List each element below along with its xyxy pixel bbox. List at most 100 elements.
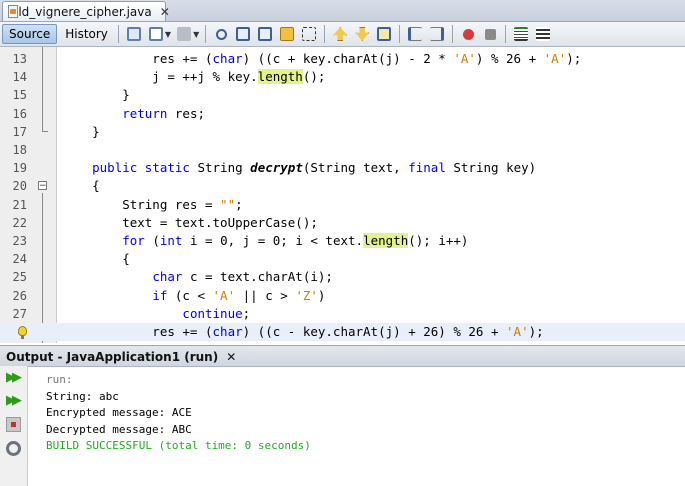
previous-bookmark-icon[interactable] [330,24,350,44]
hint-bulb-icon[interactable] [18,326,27,339]
line-number: 15 [12,88,27,103]
line-number: 27 [12,306,27,321]
keyword-token: for [122,233,145,248]
output-line: BUILD SUCCESSFUL (total time: 0 seconds) [46,439,311,452]
code-line[interactable]: 17 } [0,123,685,141]
settings-icon[interactable] [6,441,21,456]
code-token: c = text.charAt(i); [182,269,333,285]
code-line[interactable]: 14 j = ++j % key.length(); [0,68,685,86]
line-number: 17 [12,124,27,139]
code-token: ( [144,233,160,248]
toolbar-separator [324,25,326,43]
code-line[interactable]: 25 char c = text.charAt(i); [0,268,685,286]
code-text: char c = text.charAt(i); [62,268,333,286]
string-token: 'A' [453,51,476,66]
string-token: 'Z' [295,287,318,303]
code-line[interactable]: res += (char) ((c - key.charAt(j) + 26) … [0,323,685,342]
code-line[interactable]: 24 { [0,250,685,268]
string-token: 'A' [506,324,529,339]
find-previous-icon[interactable] [233,24,253,44]
editor-toolbar: Source History ▼ ▼ [0,22,685,47]
output-tab-label: Output - JavaApplication1 (run) [6,349,219,364]
code-token: ) ((c - key.charAt(j) + 26) % 26 + [242,324,507,339]
source-button[interactable]: Source [2,24,58,44]
code-text: for (int i = 0, j = 0; i < text.length()… [62,232,468,250]
line-number: 14 [12,70,27,85]
code-token: { [62,178,100,194]
code-line[interactable]: 26 if (c < 'A' || c > 'Z') [0,287,685,305]
code-text: res += (char) ((c + key.charAt(j) - 2 * … [62,50,581,68]
find-next-icon[interactable] [255,24,275,44]
stop-macro-icon[interactable] [480,24,500,44]
back-icon[interactable] [146,24,166,44]
string-token: 'A' [212,287,236,303]
rerun-with-params-icon[interactable]: ▶▶ [6,393,22,408]
line-number: 13 [12,52,27,66]
code-text: text = text.toUpperCase(); [62,214,318,232]
toggle-highlight-icon[interactable] [277,24,297,44]
fold-toggle-icon[interactable]: − [38,181,47,191]
uncomment-icon[interactable] [533,24,553,44]
history-button[interactable]: History [59,24,114,44]
close-output-icon[interactable]: ✕ [226,350,236,364]
code-text: } [62,123,100,141]
code-line[interactable]: 19 public static String decrypt(String t… [0,159,685,177]
code-text: if (c < 'A' || c > 'Z') [62,287,325,305]
forward-icon[interactable] [174,24,194,44]
code-line[interactable]: 27 continue; [0,305,685,323]
last-edit-icon[interactable] [124,24,144,44]
code-editor[interactable]: 13 res += (char) ((c + key.charAt(j) - 2… [0,47,685,343]
keyword-token: final [408,160,446,176]
keyword-token: int [159,233,183,248]
toggle-bookmark-icon[interactable] [374,24,394,44]
code-line[interactable]: 18 [0,141,685,159]
output-tab[interactable]: Output - JavaApplication1 (run) ✕ [2,347,240,366]
code-line[interactable]: 13 res += (char) ((c + key.charAt(j) - 2… [0,50,685,68]
code-line[interactable]: 22 text = text.toUpperCase(); [0,214,685,232]
shift-right-icon[interactable] [427,24,447,44]
keyword-token: if [152,287,168,303]
code-line[interactable]: 20 − { [0,177,685,195]
code-token: (); i++) [408,233,469,248]
output-line: Decrypted message: ABC [46,422,192,436]
code-line[interactable]: 15 } [0,86,685,104]
code-text: continue; [62,305,250,323]
keyword-token: char [152,269,183,285]
rectangular-selection-icon[interactable] [299,24,319,44]
editor-tab-strip: old_vignere_cipher.java ✕ [0,0,685,22]
keyword-token: public [92,160,138,176]
string-token: "" [220,196,236,212]
keyword-token: static [144,160,190,176]
line-number: 20 [12,179,27,194]
code-line[interactable]: 16 return res; [0,105,685,123]
code-token: res += ( [62,51,213,66]
close-tab-icon[interactable]: ✕ [160,5,170,19]
keyword-token: return [122,105,168,121]
string-token: 'A' [543,51,567,66]
file-tab[interactable]: old_vignere_cipher.java ✕ [2,1,170,21]
code-token: ) ((c + key.charAt(j) - 2 * [242,51,454,66]
line-number: 19 [12,161,27,176]
code-line[interactable]: 23 for (int i = 0, j = 0; i < text.lengt… [0,232,685,250]
shift-left-icon[interactable] [405,24,425,44]
code-text: return res; [62,105,205,123]
toolbar-separator [117,25,119,43]
code-token: i = 0, j = 0; i < text. [182,233,364,248]
stop-icon[interactable] [6,417,21,432]
next-bookmark-icon[interactable] [352,24,372,44]
code-token: ) % 26 + [475,51,544,66]
output-line: Encrypted message: ACE [46,406,192,419]
line-number: 22 [12,215,27,230]
rerun-icon[interactable]: ▶▶ [6,370,22,385]
toolbar-separator [205,25,207,43]
comment-icon[interactable] [511,24,531,44]
code-token: text = text.toUpperCase(); [62,214,318,230]
line-number: 18 [12,143,27,157]
code-line[interactable]: 21 String res = ""; [0,196,685,214]
output-sidebar: ▶▶ ▶▶ [0,366,28,486]
find-icon[interactable] [211,24,231,44]
record-macro-icon[interactable] [458,24,478,44]
